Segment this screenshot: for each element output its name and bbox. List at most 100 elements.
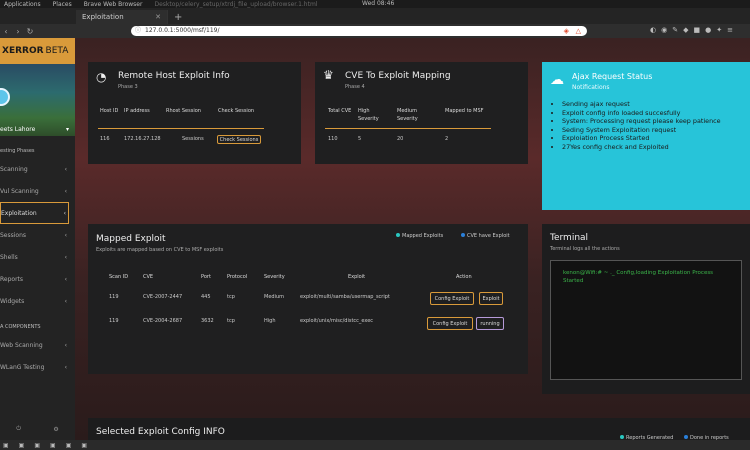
card-subtitle: Terminal logs all the actions bbox=[550, 246, 620, 252]
close-tab-icon[interactable]: ✕ bbox=[155, 13, 161, 21]
extension-icon[interactable]: ■ bbox=[693, 26, 700, 34]
protocol-cell: tcp bbox=[227, 318, 235, 324]
extension-icon[interactable]: ● bbox=[705, 26, 711, 34]
ip-cell: 172.16.27.128 bbox=[124, 136, 161, 142]
sidebar-item-shells[interactable]: Shells ‹ bbox=[0, 246, 75, 268]
protocol-cell: tcp bbox=[227, 294, 235, 300]
chevron-left-icon: ‹ bbox=[64, 297, 67, 305]
card-subtitle: Notifications bbox=[572, 84, 610, 91]
extension-icon[interactable]: ✦ bbox=[716, 26, 722, 34]
mapped-cell: 2 bbox=[445, 136, 449, 142]
config-exploit-button[interactable]: Config Exploit bbox=[427, 317, 473, 330]
sidebar-item-label: WLanG Testing bbox=[0, 363, 45, 371]
sidebar-item-wlang-testing[interactable]: WLanG Testing ‹ bbox=[0, 356, 75, 378]
sidebar-item-widgets[interactable]: Widgets ‹ bbox=[0, 290, 75, 312]
card-subtitle: Phase 4 bbox=[345, 84, 365, 90]
taskbar-icon[interactable]: ▣ bbox=[3, 442, 9, 449]
cve-mapping-card: ♛ CVE To Exploit Mapping Phase 4 Total C… bbox=[315, 62, 528, 164]
extension-icon[interactable]: ✎ bbox=[672, 26, 678, 34]
back-icon[interactable]: ‹ bbox=[0, 27, 12, 36]
legend-dot bbox=[620, 435, 624, 439]
url-field[interactable]: ⓘ 127.0.0.1:5000/msf/119/ ◈ △ bbox=[131, 26, 587, 36]
sidebar-item-vul-scanning[interactable]: Vul Scanning ‹ bbox=[0, 180, 75, 202]
brand-header: XERROR BETA bbox=[0, 38, 75, 64]
power-icon[interactable]: ⏻ bbox=[16, 425, 21, 433]
config-exploit-button[interactable]: Config Exploit bbox=[430, 292, 474, 305]
list-item: System: Processing request please keep p… bbox=[562, 117, 721, 126]
terminal-card: Terminal Terminal logs all the actions k… bbox=[542, 224, 750, 394]
column-header: Scan ID bbox=[109, 274, 129, 280]
chevron-left-icon: ‹ bbox=[64, 187, 67, 195]
new-tab-button[interactable]: + bbox=[168, 10, 188, 24]
notification-list: Sending ajax request Exploit config info… bbox=[554, 100, 721, 152]
exploit-button[interactable]: Exploit bbox=[479, 292, 503, 305]
card-subtitle: Phase 3 bbox=[118, 84, 138, 90]
high-cell: 5 bbox=[358, 136, 362, 142]
chevron-left-icon: ‹ bbox=[64, 165, 67, 173]
tab-bar: Exploitation ✕ + bbox=[0, 8, 750, 24]
column-header: Rhost Session bbox=[166, 108, 201, 114]
taskbar: ▣ ▣ ▣ ▣ ▣ ▣ bbox=[0, 440, 750, 450]
running-button[interactable]: running bbox=[476, 317, 504, 330]
sidebar-item-label: Sessions bbox=[0, 231, 27, 239]
reload-icon[interactable]: ↻ bbox=[24, 27, 36, 36]
list-item: Seding System Exploitation request bbox=[562, 126, 721, 135]
divider bbox=[98, 128, 264, 129]
extension-icons: ◐ ◉ ✎ ◆ ■ ● ✦ ≡ bbox=[650, 26, 733, 34]
column-header: Medium Severity bbox=[397, 108, 418, 122]
taskbar-icon[interactable]: ▣ bbox=[34, 442, 40, 449]
taskbar-icon[interactable]: ▣ bbox=[19, 442, 25, 449]
divider bbox=[325, 128, 491, 129]
card-title: Selected Exploit Config INFO bbox=[96, 427, 225, 437]
column-header: High Severity bbox=[358, 108, 379, 122]
legend-dot bbox=[684, 435, 688, 439]
rewards-icon[interactable]: △ bbox=[576, 26, 581, 36]
sidebar-item-label: Web Scanning bbox=[0, 341, 43, 349]
menu-icon[interactable]: ≡ bbox=[727, 26, 733, 34]
mapped-exploit-card: Mapped Exploit Exploits are mapped based… bbox=[88, 224, 528, 374]
clock: Wed 08:46 bbox=[362, 0, 395, 7]
sidebar-item-sessions[interactable]: Sessions ‹ bbox=[0, 224, 75, 246]
brave-shield-icon[interactable]: ◈ bbox=[564, 26, 569, 36]
browser-app-label[interactable]: Brave Web Browser bbox=[84, 1, 143, 8]
sidebar-item-reports[interactable]: Reports ‹ bbox=[0, 268, 75, 290]
column-header: IP address bbox=[124, 108, 150, 114]
forward-icon[interactable]: › bbox=[12, 27, 24, 36]
column-header: Total CVE bbox=[328, 108, 352, 114]
card-title: Mapped Exploit bbox=[96, 234, 166, 244]
sidebar-item-exploitation[interactable]: Exploitation ‹ bbox=[0, 202, 69, 224]
sidebar-item-scanning[interactable]: Scanning ‹ bbox=[0, 158, 75, 180]
extension-icon[interactable]: ◆ bbox=[683, 26, 688, 34]
settings-icon[interactable]: ⚙ bbox=[53, 426, 58, 433]
sidebar: XERROR BETA eets Lahore ▾ esting Phases … bbox=[0, 38, 75, 440]
tab-exploitation[interactable]: Exploitation ✕ bbox=[76, 10, 168, 24]
column-header: Action bbox=[456, 274, 472, 280]
avatar[interactable] bbox=[0, 88, 10, 106]
chevron-left-icon: ‹ bbox=[64, 341, 67, 349]
medium-cell: 20 bbox=[397, 136, 404, 142]
taskbar-icon[interactable]: ▣ bbox=[50, 442, 56, 449]
column-header: CVE bbox=[143, 274, 154, 280]
chevron-left-icon: ‹ bbox=[64, 275, 67, 283]
tab-label: Exploitation bbox=[82, 13, 124, 21]
terminal-output[interactable]: kenon@Wifi:# ~ ._ Config,loading Exploit… bbox=[550, 260, 742, 380]
chevron-down-icon[interactable]: ▾ bbox=[66, 126, 69, 133]
info-icon: ⓘ bbox=[135, 27, 142, 34]
chevron-left-icon: ‹ bbox=[64, 363, 67, 371]
severity-cell: Medium bbox=[264, 294, 284, 300]
legend-item: Mapped Exploits bbox=[396, 233, 443, 239]
card-title: Remote Host Exploit Info bbox=[118, 71, 230, 81]
applications-menu[interactable]: Applications bbox=[4, 1, 41, 8]
extension-icon[interactable]: ◉ bbox=[661, 26, 667, 34]
port-cell: 445 bbox=[201, 294, 211, 300]
legend-dot bbox=[461, 233, 465, 237]
extension-icon[interactable]: ◐ bbox=[650, 26, 656, 34]
places-menu[interactable]: Places bbox=[53, 1, 72, 8]
taskbar-icon[interactable]: ▣ bbox=[66, 442, 72, 449]
ajax-status-card: ☁ Ajax Request Status Notifications Send… bbox=[542, 62, 750, 210]
cve-cell: CVE-2007-2447 bbox=[143, 294, 183, 300]
sidebar-item-web-scanning[interactable]: Web Scanning ‹ bbox=[0, 334, 75, 356]
check-sessions-button[interactable]: Check Sessions bbox=[217, 135, 261, 144]
port-cell: 3632 bbox=[201, 318, 214, 324]
taskbar-icon[interactable]: ▣ bbox=[81, 442, 87, 449]
